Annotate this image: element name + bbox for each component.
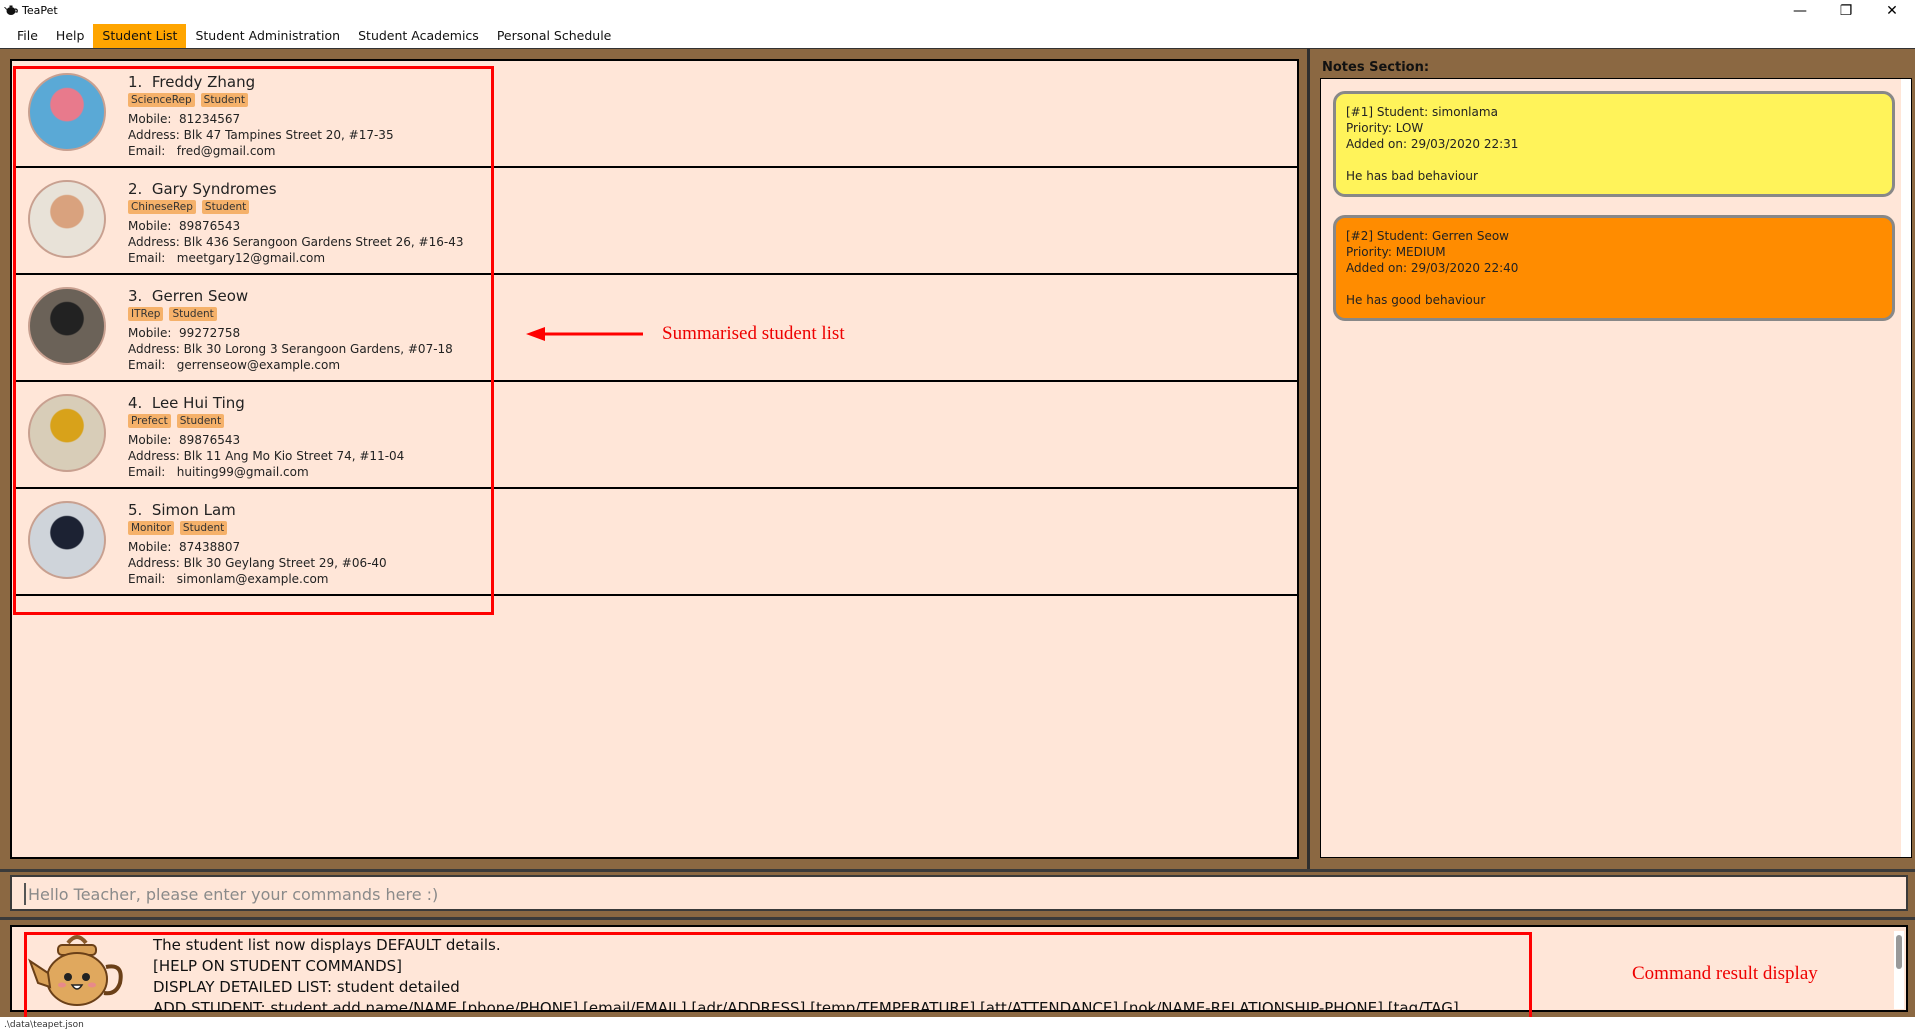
- result-scrollbar-thumb[interactable]: [1896, 935, 1902, 969]
- note-header: [#1] Student: simonlama: [1346, 105, 1498, 119]
- close-button[interactable]: ✕: [1869, 0, 1915, 22]
- minimize-button[interactable]: —: [1777, 0, 1823, 22]
- restore-icon: ❐: [1839, 3, 1853, 19]
- teapot-icon: [4, 5, 18, 15]
- menu-student-academics[interactable]: Student Academics: [349, 24, 488, 48]
- command-input[interactable]: [24, 883, 1894, 905]
- note-body: He has good behaviour: [1346, 293, 1486, 307]
- menu-bar: File Help Student List Student Administr…: [0, 24, 1915, 48]
- menu-file[interactable]: File: [8, 24, 47, 48]
- note-priority: Priority: MEDIUM: [1346, 245, 1446, 259]
- divider-line: [0, 869, 1915, 872]
- annotation-box-student-list: [13, 66, 494, 615]
- notes-scrollbar[interactable]: [1901, 79, 1911, 857]
- command-box: [10, 875, 1908, 911]
- restore-button[interactable]: ❐: [1823, 0, 1869, 22]
- note-date: Added on: 29/03/2020 22:31: [1346, 137, 1519, 151]
- note-card[interactable]: [#1] Student: simonlama Priority: LOW Ad…: [1333, 91, 1895, 197]
- annotation-result-label: Command result display: [1632, 963, 1818, 984]
- status-bar-path: .\data\teapet.json: [0, 1017, 1915, 1036]
- note-body: He has bad behaviour: [1346, 169, 1478, 183]
- menu-personal-schedule[interactable]: Personal Schedule: [488, 24, 621, 48]
- menu-help[interactable]: Help: [47, 24, 94, 48]
- note-date: Added on: 29/03/2020 22:40: [1346, 261, 1519, 275]
- menu-student-list[interactable]: Student List: [93, 24, 187, 48]
- note-priority: Priority: LOW: [1346, 121, 1424, 135]
- title-bar: TeaPet — ❐ ✕: [0, 0, 1915, 24]
- menu-student-administration[interactable]: Student Administration: [186, 24, 349, 48]
- annotation-student-list-label: Summarised student list: [662, 323, 845, 344]
- minimize-icon: —: [1793, 3, 1807, 19]
- result-scrollbar[interactable]: [1894, 931, 1904, 1009]
- arrow-left-icon: [526, 327, 643, 341]
- divider-line: [0, 917, 1915, 920]
- panel-divider[interactable]: [1307, 48, 1310, 871]
- annotation-box-result: [24, 932, 1532, 1026]
- app-title: TeaPet: [22, 4, 58, 17]
- notes-panel[interactable]: [#1] Student: simonlama Priority: LOW Ad…: [1320, 78, 1912, 858]
- note-header: [#2] Student: Gerren Seow: [1346, 229, 1509, 243]
- note-card[interactable]: [#2] Student: Gerren Seow Priority: MEDI…: [1333, 215, 1895, 321]
- close-icon: ✕: [1886, 3, 1898, 19]
- notes-section-title: Notes Section:: [1322, 60, 1430, 75]
